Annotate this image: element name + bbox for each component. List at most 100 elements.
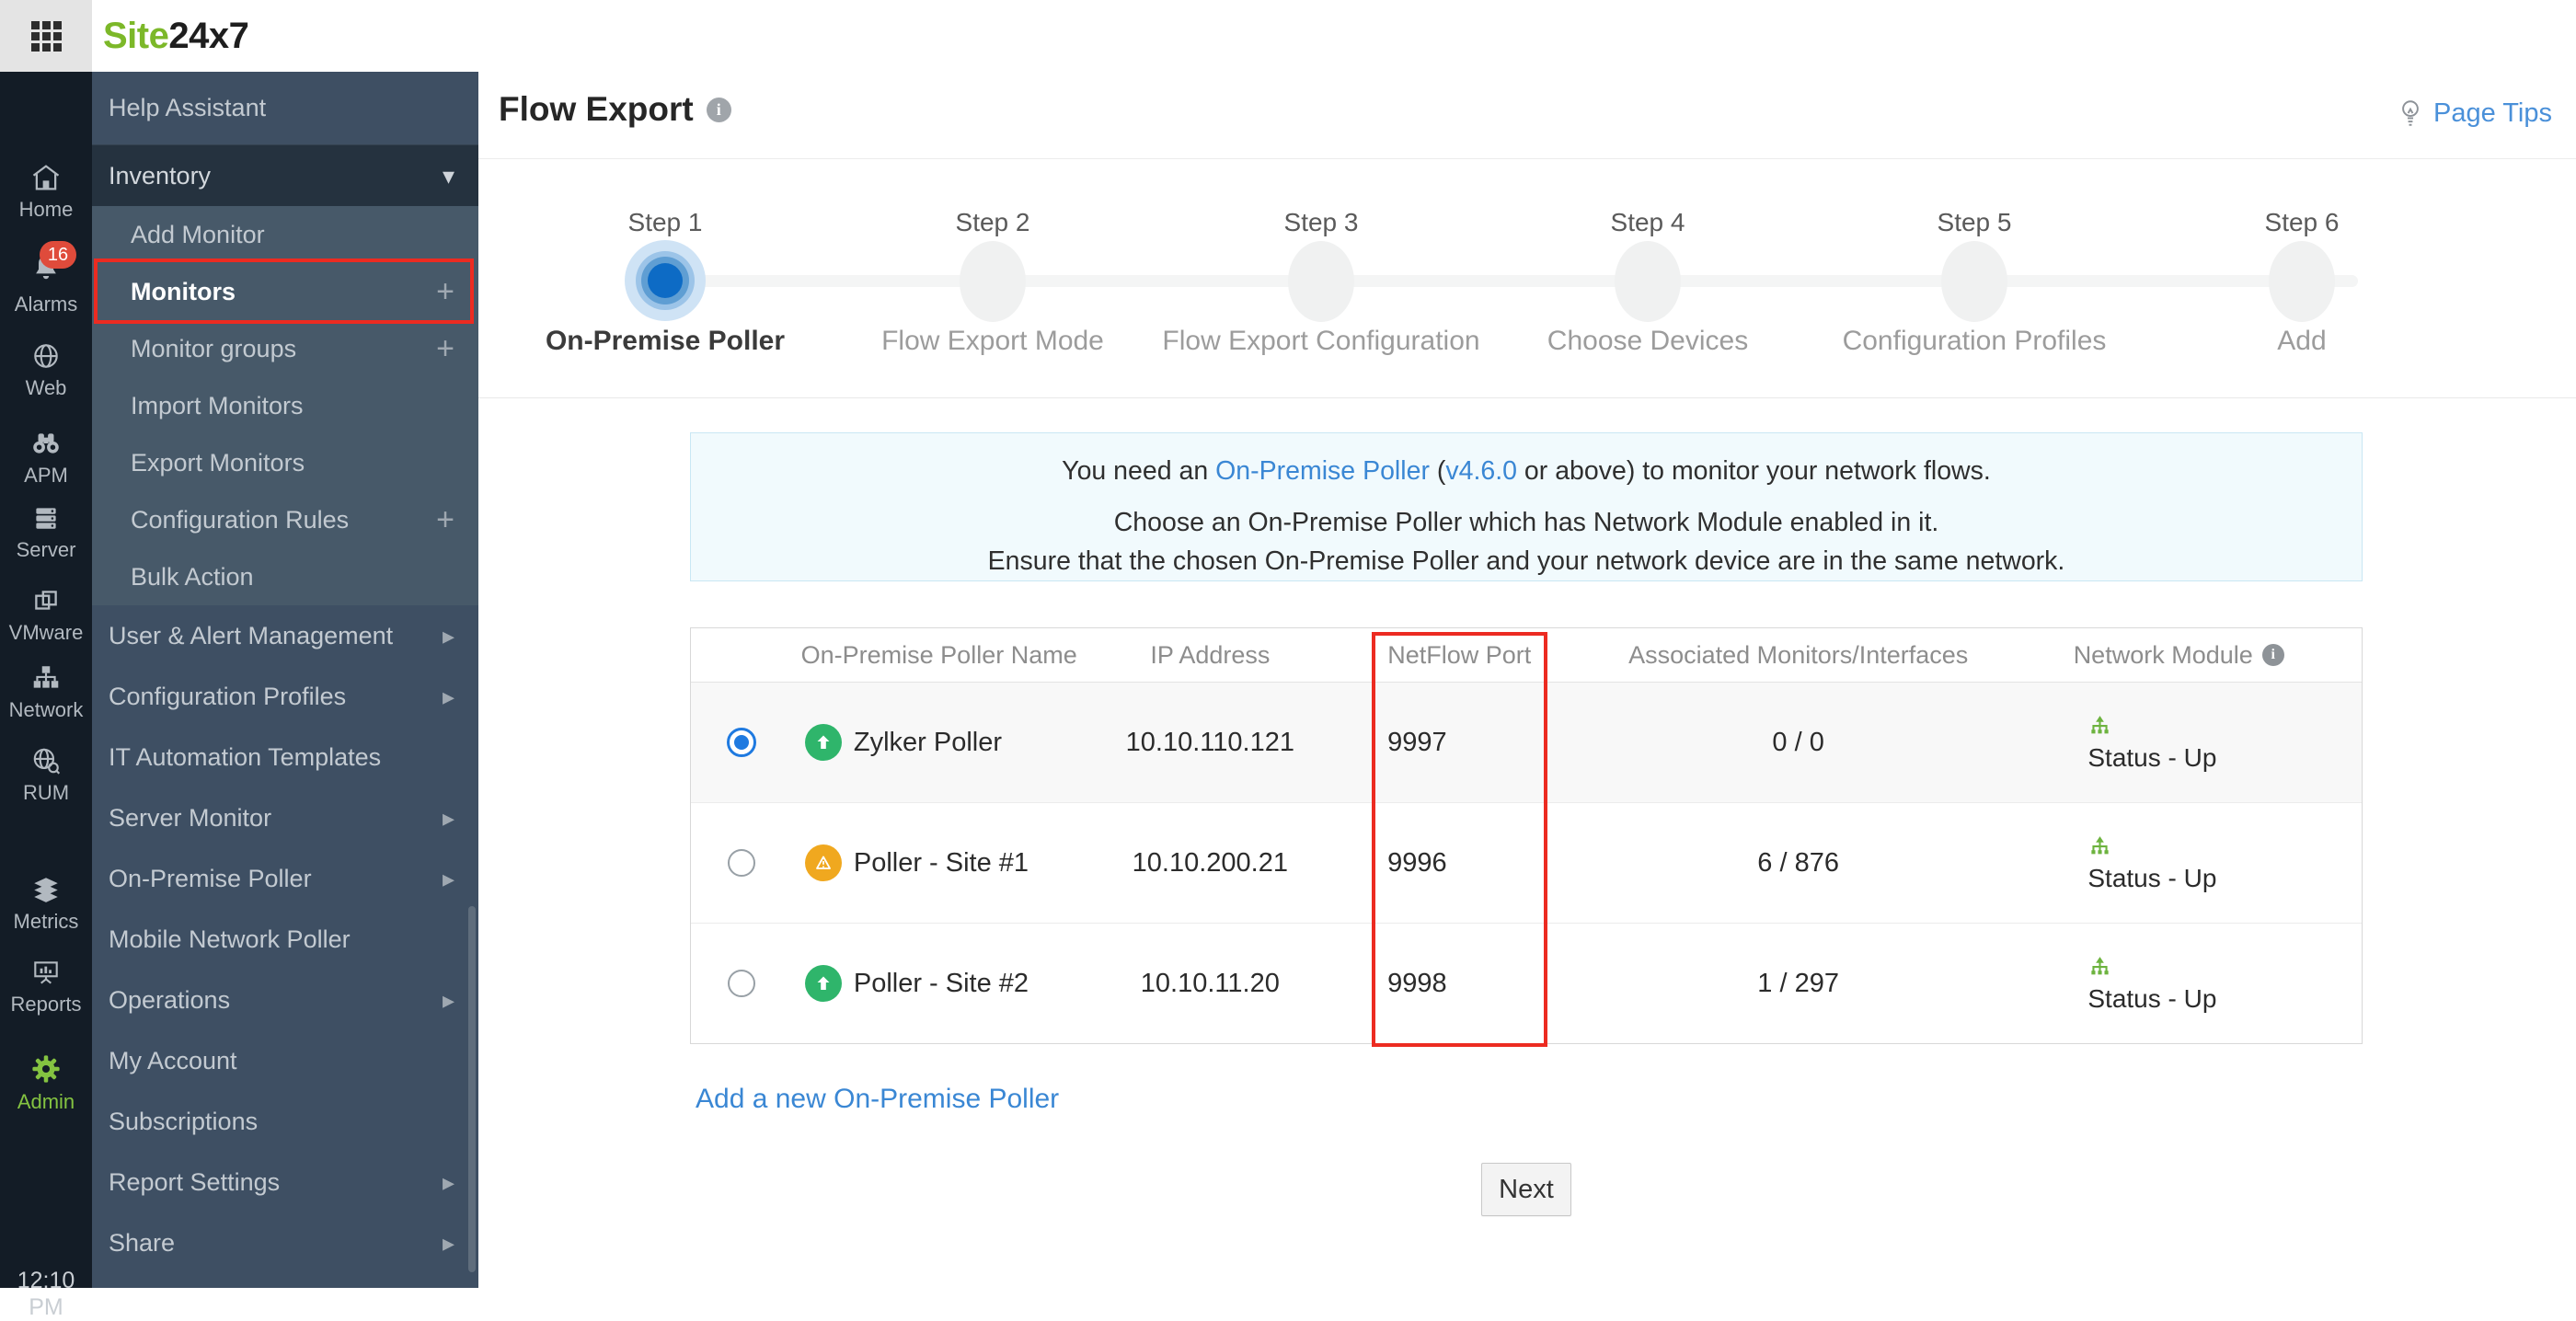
sidebar-item-add-monitor[interactable]: Add Monitor (92, 206, 478, 263)
sidebar-item-bulk-action[interactable]: Bulk Action (92, 548, 478, 605)
chevron-right-icon: ▸ (442, 682, 454, 710)
sidebar-item-report-settings[interactable]: Report Settings ▸ (92, 1152, 478, 1212)
poller-up-icon (804, 965, 842, 1002)
sidebar-item-server-monitor[interactable]: Server Monitor ▸ (92, 787, 478, 848)
page-tips-label: Page Tips (2433, 98, 2552, 128)
step-number: Step 6 (2264, 208, 2340, 236)
step-name: Choose Devices (1547, 326, 1749, 356)
poller-monitors: 0 / 0 (1772, 727, 1824, 757)
sidebar-item-my-account[interactable]: My Account (92, 1030, 478, 1091)
rail-item-label: Web (25, 376, 67, 399)
sidebar-item-label: Inventory (109, 161, 212, 190)
rail-item-home[interactable]: Home (0, 162, 92, 222)
sidebar-item-label: Share (109, 1228, 176, 1257)
poller-name: Poller - Site #2 (853, 968, 1029, 998)
step-indicator (2269, 241, 2335, 322)
rail-item-server[interactable]: Server (0, 502, 92, 562)
poller-name: Poller - Site #1 (853, 847, 1029, 878)
alarm-count-badge: 16 (40, 241, 76, 269)
sidebar-item-label: Bulk Action (131, 562, 254, 591)
header-divider (478, 158, 2576, 159)
plus-icon[interactable]: + (436, 502, 454, 538)
sidebar-item-it-automation-templates[interactable]: IT Automation Templates (92, 727, 478, 787)
rail-item-apm[interactable]: APM (0, 428, 92, 488)
gear-icon (32, 1055, 60, 1083)
module-status: Status - Up (2087, 863, 2217, 892)
sidebar-item-user-alert-management[interactable]: User & Alert Management ▸ (92, 605, 478, 666)
sidebar-item-label: On-Premise Poller (109, 864, 312, 892)
header-poller-name: On-Premise Poller Name (800, 640, 1077, 669)
sidebar-item-configuration-profiles[interactable]: Configuration Profiles ▸ (92, 666, 478, 727)
radio-unselected[interactable] (727, 849, 755, 877)
home-icon (32, 165, 60, 190)
sidebar-item-help-assistant[interactable]: Help Assistant (92, 72, 478, 145)
chevron-right-icon: ▸ (442, 1228, 454, 1257)
rail-item-rum[interactable]: RUM (0, 745, 92, 805)
header-network-module: Network Module i (1995, 641, 2362, 670)
rail-item-web[interactable]: Web (0, 340, 92, 400)
site24x7-logo[interactable]: Site 24x7 (103, 0, 249, 72)
rail-item-label: Alarms (14, 293, 78, 316)
step-number: Step 4 (1610, 208, 1685, 236)
sidebar-item-import-monitors[interactable]: Import Monitors (92, 377, 478, 434)
poller-up-icon (804, 724, 842, 761)
header-associated-monitors: Associated Monitors/Interfaces (1628, 640, 1969, 669)
step-indicator (960, 241, 1026, 322)
rail-item-alarms[interactable]: 16 Alarms (0, 241, 92, 316)
sidebar-item-export-monitors[interactable]: Export Monitors (92, 434, 478, 491)
sidebar-item-operations[interactable]: Operations ▸ (92, 970, 478, 1030)
network-module-icon (2091, 956, 2109, 974)
info-icon[interactable]: i (706, 97, 731, 122)
step-name: Flow Export Mode (881, 326, 1104, 356)
sidebar-item-subscriptions[interactable]: Subscriptions (92, 1091, 478, 1152)
rail-item-label: Network (8, 698, 84, 721)
sidebar-item-on-premise-poller[interactable]: On-Premise Poller ▸ (92, 848, 478, 909)
on-premise-poller-link[interactable]: On-Premise Poller (1215, 456, 1430, 486)
rum-icon (33, 748, 61, 775)
step-number: Step 1 (627, 208, 703, 236)
sidebar-item-mobile-network-poller[interactable]: Mobile Network Poller (92, 909, 478, 970)
rail-item-reports[interactable]: Reports (0, 957, 92, 1017)
add-new-poller-link[interactable]: Add a new On-Premise Poller (696, 1084, 1059, 1115)
sidebar-item-label: Subscriptions (109, 1107, 259, 1135)
sidebar-item-label: Server Monitor (109, 803, 272, 832)
rail-item-metrics[interactable]: Metrics (0, 874, 92, 934)
plus-icon[interactable]: + (436, 331, 454, 367)
page-tips-link[interactable]: Page Tips (2397, 98, 2552, 129)
topbar: Site 24x7 (0, 0, 2576, 73)
sidebar-item-configuration-rules[interactable]: Configuration Rules + (92, 491, 478, 548)
poller-name: Zylker Poller (853, 727, 1003, 757)
step-indicator-active (625, 240, 706, 321)
rail-item-label: Reports (10, 993, 82, 1016)
rail-item-network[interactable]: Network (0, 662, 92, 722)
page-title-text: Flow Export (499, 90, 694, 128)
sidebar-scrollbar[interactable] (468, 906, 476, 1272)
version-link[interactable]: v4.6.0 (1445, 456, 1517, 486)
sidebar-item-label: Export Monitors (131, 448, 305, 477)
step-indicator (1615, 241, 1681, 322)
sidebar-item-monitor-groups[interactable]: Monitor groups + (92, 320, 478, 377)
sidebar-item-label: Configuration Profiles (109, 682, 347, 710)
rail-item-label: VMware (8, 621, 84, 644)
rail-item-label: RUM (22, 781, 70, 804)
binoculars-icon (33, 433, 59, 454)
poller-ip: 10.10.200.21 (1132, 847, 1288, 878)
app-switcher-button[interactable] (0, 0, 92, 72)
sidebar-item-share[interactable]: Share ▸ (92, 1212, 478, 1273)
network-icon (33, 666, 59, 688)
next-button[interactable]: Next (1481, 1163, 1571, 1216)
sidebar-item-label: Configuration Rules (131, 505, 350, 534)
rail-item-vmware[interactable]: VMware (0, 585, 92, 645)
radio-unselected[interactable] (727, 970, 755, 997)
sidebar-item-label: Monitor groups (131, 334, 297, 362)
header-ip-address: IP Address (1150, 640, 1271, 669)
chevron-down-icon: ▾ (442, 161, 454, 190)
sidebar-item-inventory[interactable]: Inventory ▾ (92, 145, 478, 206)
rail-item-admin[interactable]: Admin (0, 1052, 92, 1114)
wizard-divider (478, 397, 2576, 398)
info-icon[interactable]: i (2261, 644, 2284, 666)
radio-selected[interactable] (726, 728, 756, 757)
page-title: Flow Export i (499, 90, 731, 129)
clock-time: 12:10 PM (17, 1268, 75, 1320)
chevron-right-icon: ▸ (442, 803, 454, 832)
